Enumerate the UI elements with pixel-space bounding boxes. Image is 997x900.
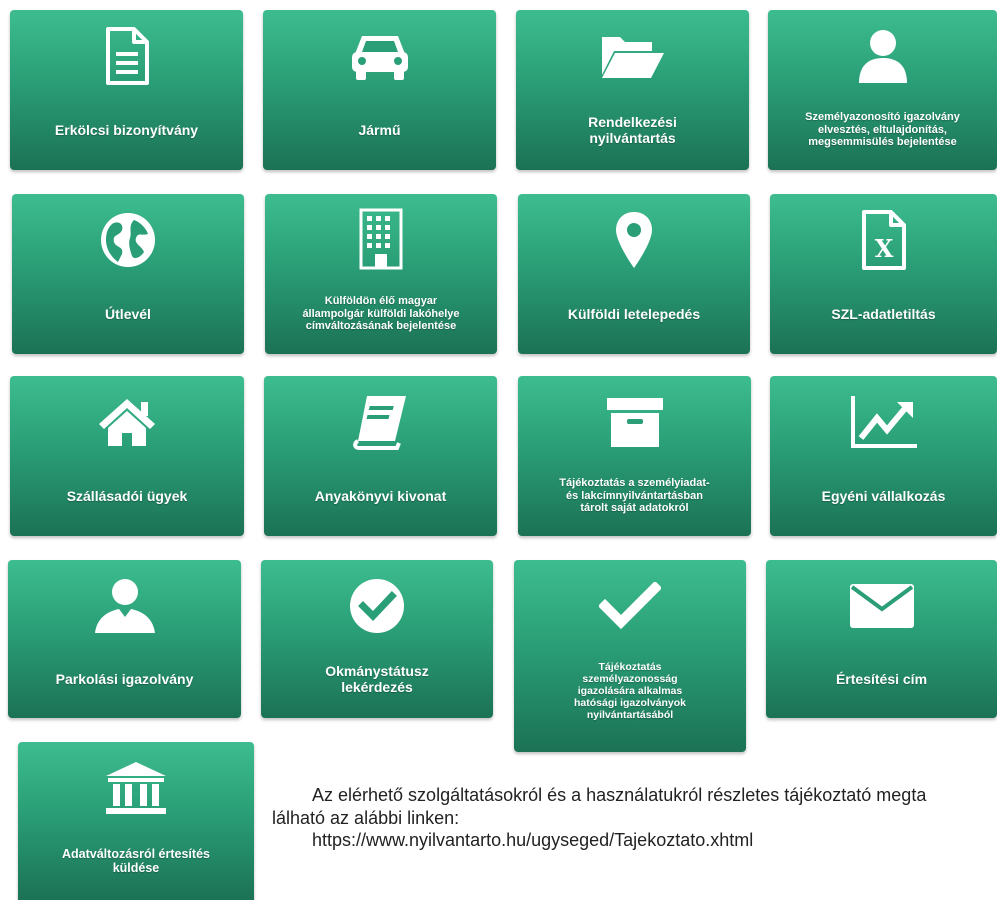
tile-tajekoztatas-szemelyazonossag[interactable]: Tájékoztatás személyazonosság igazolásár… [514, 560, 746, 752]
tile-kulfoldi-letelepedes[interactable]: Külföldi letelepedés [518, 194, 750, 354]
person-icon [8, 572, 241, 640]
check-circle-icon [261, 572, 493, 640]
archive-box-icon [518, 388, 751, 456]
tile-adatvaltozasrol-ertesites[interactable]: Adatváltozásról értesítés küldése [18, 742, 254, 900]
checkmark-icon [514, 572, 746, 640]
map-marker-icon [518, 206, 750, 274]
tile-label: Parkolási igazolvány [55, 670, 194, 687]
tile-label: Külföldön élő magyar állampolgár külföld… [302, 295, 460, 333]
globe-icon [12, 206, 244, 274]
info-text: Az elérhető szolgáltatásokról és a haszn… [272, 784, 997, 852]
info-line-2: lálható az alábbi linken: [272, 807, 460, 828]
bank-building-icon [18, 754, 254, 822]
tile-szallasadoi-ugyek[interactable]: Szállásadói ügyek [10, 376, 244, 536]
svg-text:X: X [874, 234, 893, 263]
tile-label: Rendelkezési nyilvántartás [588, 113, 677, 146]
tile-okmanystatusz-lekerdezes[interactable]: Okmánystátusz lekérdezés [261, 560, 493, 718]
info-link[interactable]: https://www.nyilvantarto.hu/ugyseged/Taj… [272, 829, 997, 852]
tile-szemelyazonosito-igazolvany[interactable]: Személyazonosító igazolvány elvesztés, e… [768, 10, 997, 170]
tile-label: Személyazonosító igazolvány elvesztés, e… [805, 111, 960, 149]
tile-label: Tájékoztatás a személyiadat- és lakcímny… [559, 477, 710, 515]
tile-label: Külföldi letelepedés [567, 305, 701, 322]
info-line-1: Az elérhető szolgáltatásokról és a haszn… [312, 785, 927, 805]
tile-ertesitesi-cim[interactable]: Értesítési cím [766, 560, 997, 718]
document-icon [10, 22, 243, 90]
tile-label: Okmánystátusz lekérdezés [325, 662, 429, 695]
tile-egyeni-vallalkozas[interactable]: Egyéni vállalkozás [770, 376, 997, 536]
tile-erkolcsi-bizonyitvany[interactable]: Erkölcsi bizonyítvány [10, 10, 243, 170]
tile-tajekoztatas-szemelyiadat[interactable]: Tájékoztatás a személyiadat- és lakcímny… [518, 376, 751, 536]
line-chart-icon [770, 388, 997, 456]
tile-label: Jármű [358, 121, 401, 138]
envelope-icon [766, 572, 997, 640]
folder-open-icon [516, 22, 749, 90]
building-icon [265, 206, 497, 272]
user-icon [768, 22, 997, 90]
tile-utlevel[interactable]: Útlevél [12, 194, 244, 354]
tile-label: SZL-adatletiltás [831, 305, 936, 322]
tile-label: Anyakönyvi kivonat [314, 487, 447, 504]
tile-label: Szállásadói ügyek [66, 487, 188, 504]
tile-anyakonyvi-kivonat[interactable]: Anyakönyvi kivonat [264, 376, 497, 536]
tile-jarmu[interactable]: Jármű [263, 10, 496, 170]
tile-label: Erkölcsi bizonyítvány [54, 121, 199, 138]
tile-label: Értesítési cím [835, 670, 928, 687]
car-icon [263, 22, 496, 90]
tile-label: Tájékoztatás személyazonosság igazolásár… [573, 660, 687, 722]
book-icon [264, 388, 497, 456]
home-icon [10, 388, 244, 456]
tile-label: Útlevél [105, 305, 151, 322]
tile-kulfoldon-elo-magyar[interactable]: Külföldön élő magyar állampolgár külföld… [265, 194, 497, 354]
excel-file-icon: X [770, 206, 997, 274]
tile-szl-adatletiltas[interactable]: X SZL-adatletiltás [770, 194, 997, 354]
tile-label: Egyéni vállalkozás [821, 487, 946, 504]
tile-rendelkezesi-nyilvantartas[interactable]: Rendelkezési nyilvántartás [516, 10, 749, 170]
tile-label: Adatváltozásról értesítés küldése [62, 846, 210, 875]
tile-parkolasi-igazolvany[interactable]: Parkolási igazolvány [8, 560, 241, 718]
